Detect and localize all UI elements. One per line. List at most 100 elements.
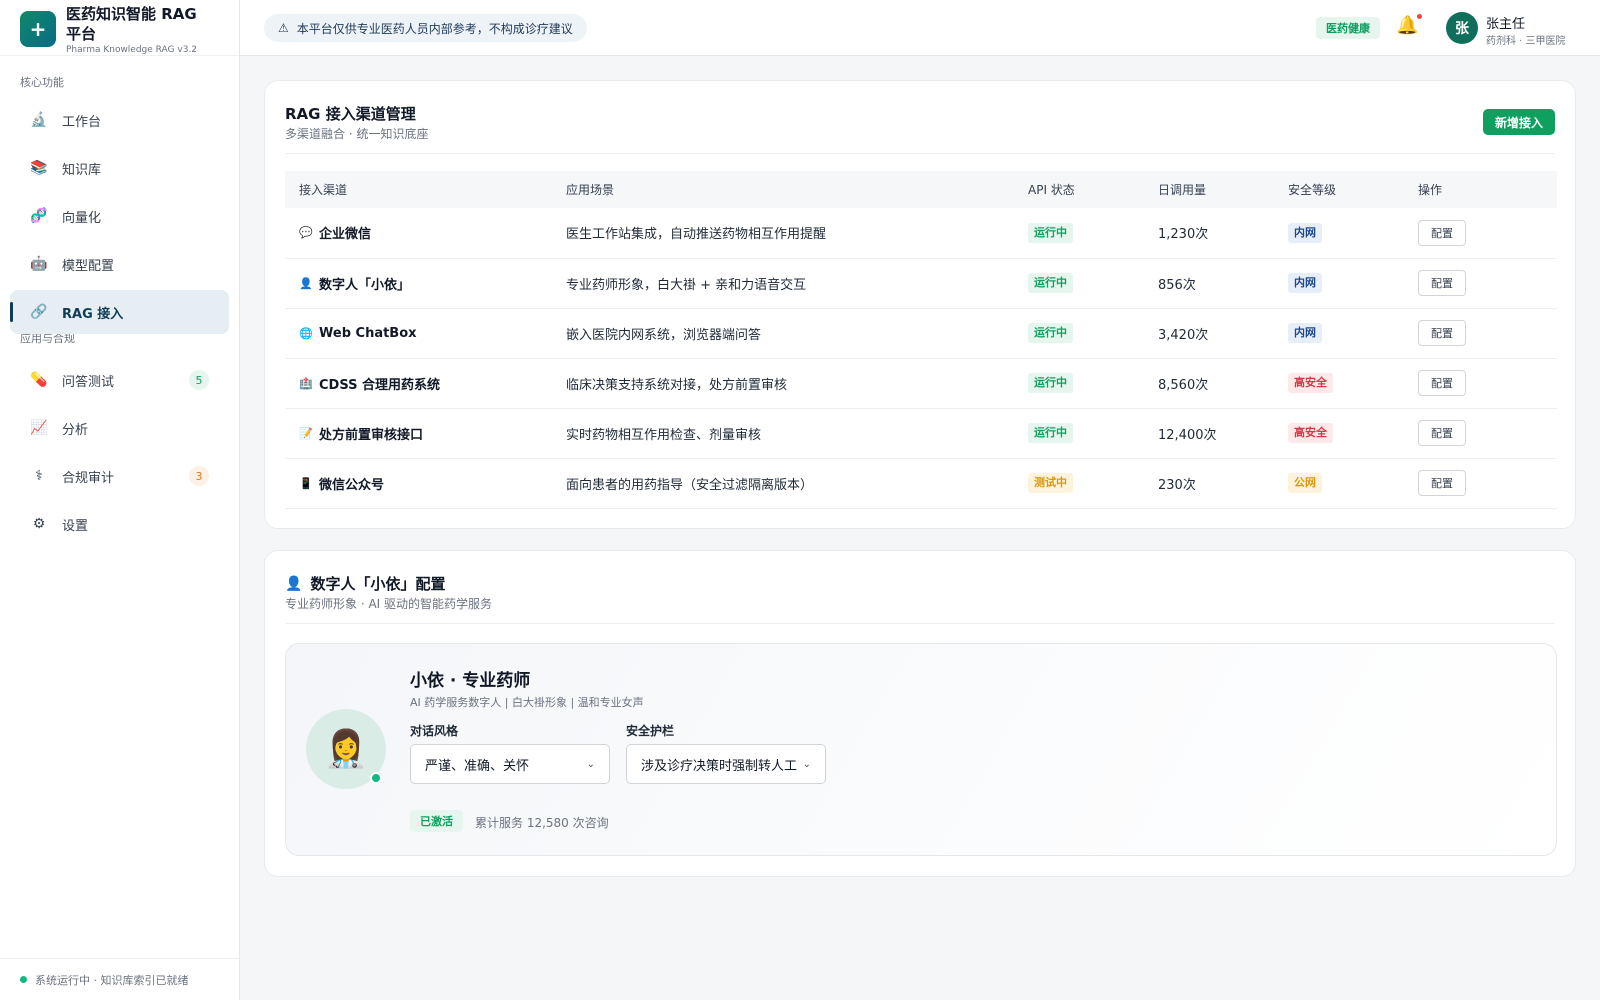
- safety-guard-value: 涉及诊疗决策时强制转人工: [641, 758, 797, 774]
- disclaimer-text: 本平台仅供专业医药人员内部参考，不构成诊疗建议: [296, 21, 573, 36]
- channel-name: 💬 企业微信: [299, 223, 552, 242]
- industry-tag: 医药健康: [1316, 17, 1380, 39]
- brand-logo-icon[interactable]: +: [20, 11, 56, 47]
- link-icon: 🔗: [30, 304, 48, 320]
- table-header-row: 接入渠道 应用场景 API 状态 日调用量 安全等级 操作: [285, 171, 1557, 208]
- channels-card-subtitle: 多渠道融合 · 统一知识底座: [285, 127, 429, 141]
- books-icon: 📚: [30, 160, 48, 176]
- column-header: 接入渠道: [285, 171, 552, 208]
- configure-button[interactable]: 配置: [1418, 370, 1466, 396]
- unread-dot-icon: [1417, 14, 1423, 19]
- security-cell: 高安全: [1274, 408, 1404, 459]
- status-badge: 运行中: [1028, 373, 1073, 393]
- column-header: 安全等级: [1274, 171, 1404, 208]
- gear-icon: ⚙: [32, 516, 46, 532]
- configure-button[interactable]: 配置: [1418, 470, 1466, 496]
- security-cell: 高安全: [1274, 358, 1404, 409]
- activated-badge: 已激活: [410, 810, 463, 832]
- status-cell: 运行中: [1014, 358, 1144, 409]
- channel-name: 📱 微信公众号: [299, 474, 552, 493]
- persona-card-subtitle: 专业药师形象 · AI 驱动的智能药学服务: [285, 597, 493, 611]
- top-header: ⚠ 本平台仅供专业医药人员内部参考，不构成诊疗建议 医药健康 🔔 张 张主任 药…: [240, 0, 1600, 56]
- column-header: 操作: [1404, 171, 1557, 208]
- security-badge: 内网: [1288, 222, 1322, 243]
- warning-icon: ⚠: [278, 21, 289, 35]
- status-badge: 测试中: [1028, 473, 1073, 493]
- dialog-style-select[interactable]: 严谨、准确、关怀 ⌄: [410, 744, 610, 784]
- chart-icon: 📈: [30, 420, 48, 436]
- configure-button[interactable]: 配置: [1418, 270, 1466, 296]
- configure-button[interactable]: 配置: [1418, 420, 1466, 446]
- channel-cell: 👤 数字人「小依」: [285, 258, 552, 309]
- configure-button[interactable]: 配置: [1418, 320, 1466, 346]
- calls-cell: 230次: [1144, 458, 1274, 509]
- status-dot-icon: [20, 976, 27, 983]
- sidebar-item[interactable]: ⚕ 合规审计 3: [10, 454, 229, 498]
- chevron-down-icon: ⌄: [802, 758, 811, 770]
- security-badge: 公网: [1288, 473, 1322, 493]
- action-cell: 配置: [1404, 208, 1557, 259]
- status-cell: 运行中: [1014, 258, 1144, 309]
- configure-button[interactable]: 配置: [1418, 219, 1466, 246]
- dna-icon: 🧬: [30, 208, 48, 224]
- sidebar-item-label: 向量化: [62, 210, 102, 226]
- add-channel-button[interactable]: 新增接入: [1482, 109, 1555, 135]
- dialog-style-value: 严谨、准确、关怀: [425, 758, 530, 774]
- channels-table: 接入渠道 应用场景 API 状态 日调用量 安全等级 操作 💬 企业微信 医生工作站集成，自动…: [285, 171, 1557, 509]
- sidebar-item-label: 工作台: [62, 114, 102, 130]
- person-icon: 👤: [285, 575, 303, 592]
- count-badge: 5: [189, 370, 209, 390]
- channels-card: RAG 接入渠道管理 多渠道融合 · 统一知识底座 新增接入 接入渠道 应用场景 A…: [264, 80, 1576, 529]
- sidebar-item[interactable]: ⚙ 设置: [10, 502, 229, 546]
- scene-cell: 临床决策支持系统对接，处方前置审核: [552, 358, 1014, 409]
- status-badge: 运行中: [1028, 273, 1073, 293]
- security-cell: 内网: [1274, 308, 1404, 359]
- system-status-text: 系统运行中 · 知识库索引已就绪: [35, 973, 189, 987]
- security-badge: 内网: [1288, 323, 1322, 343]
- channel-name-text: 处方前置审核接口: [319, 427, 424, 443]
- action-cell: 配置: [1404, 308, 1557, 359]
- sidebar: + 医药知识智能 RAG 平台 Pharma Knowledge RAG v3.…: [0, 0, 240, 1000]
- pill-icon: 💊: [30, 372, 48, 388]
- person-icon: 👤: [299, 276, 313, 290]
- status-cell: 运行中: [1014, 408, 1144, 459]
- scene-cell: 嵌入医院内网系统，浏览器端问答: [552, 308, 1014, 359]
- sidebar-item[interactable]: 📚 知识库: [10, 146, 229, 190]
- persona-card-title-text: 数字人「小依」配置: [310, 575, 446, 593]
- sidebar-item[interactable]: 🧬 向量化: [10, 194, 229, 238]
- channel-name: 🌐 Web ChatBox: [299, 326, 552, 341]
- table-row: 📱 微信公众号 面向患者的用药指导（安全过滤隔离版本） 测试中 230次 公网 配置: [285, 458, 1557, 509]
- channel-cell: 🌐 Web ChatBox: [285, 308, 552, 359]
- user-name[interactable]: 张主任: [1486, 13, 1525, 32]
- user-avatar[interactable]: 张: [1446, 12, 1478, 44]
- status-badge: 运行中: [1028, 222, 1073, 243]
- sidebar-item-label: 设置: [62, 518, 89, 534]
- persona-card-title: 👤 数字人「小依」配置: [285, 573, 445, 594]
- dialog-style-label: 对话风格: [410, 724, 459, 738]
- security-badge: 高安全: [1288, 373, 1333, 393]
- table-row: 🌐 Web ChatBox 嵌入医院内网系统，浏览器端问答 运行中 3,420次 内网 配置: [285, 308, 1557, 359]
- sidebar-item[interactable]: 🔗 RAG 接入: [10, 290, 229, 334]
- action-cell: 配置: [1404, 408, 1557, 459]
- channel-name-text: 数字人「小依」: [319, 277, 411, 293]
- sidebar-item[interactable]: 💊 问答测试 5: [10, 358, 229, 402]
- safety-guard-label: 安全护栏: [626, 724, 675, 738]
- globe-icon: 🌐: [299, 326, 313, 340]
- security-cell: 内网: [1274, 208, 1404, 259]
- sidebar-item-label: RAG 接入: [62, 306, 124, 322]
- table-row: 📝 处方前置审核接口 实时药物相互作用检查、剂量审核 运行中 12,400次 高安全 配置: [285, 408, 1557, 459]
- sidebar-item[interactable]: 🔬 工作台: [10, 98, 229, 142]
- channel-name-text: 企业微信: [319, 227, 372, 243]
- sidebar-item[interactable]: 🤖 模型配置: [10, 242, 229, 286]
- chat-bubble-icon: 💬: [299, 226, 313, 240]
- safety-guard-select[interactable]: 涉及诊疗决策时强制转人工 ⌄: [626, 744, 826, 784]
- divider: [285, 623, 1555, 624]
- action-cell: 配置: [1404, 258, 1557, 309]
- notification-bell-icon[interactable]: 🔔: [1396, 14, 1423, 36]
- status-badge: 运行中: [1028, 423, 1073, 443]
- status-cell: 运行中: [1014, 308, 1144, 359]
- sidebar-item[interactable]: 📈 分析: [10, 406, 229, 450]
- sidebar-item-label: 问答测试: [62, 374, 115, 390]
- brand: + 医药知识智能 RAG 平台 Pharma Knowledge RAG v3.…: [0, 0, 239, 56]
- memo-icon: 📝: [299, 426, 313, 440]
